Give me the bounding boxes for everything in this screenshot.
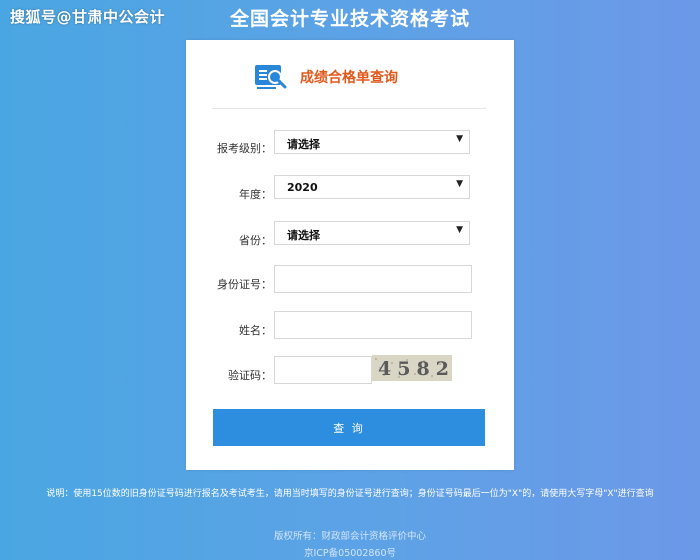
level-select-value: 请选择 xyxy=(287,138,320,151)
captcha-text: 4582 xyxy=(378,358,452,380)
caret-down-icon: ▼ xyxy=(456,225,463,235)
card-title: 成绩合格单查询 xyxy=(300,70,398,86)
instruction-note: 说明：使用15位数的旧身份证号码进行报名及考试考生，请用当时填写的身份证号进行查… xyxy=(46,489,654,499)
year-label: 年度： xyxy=(239,188,272,201)
header-divider xyxy=(212,108,486,109)
captcha-input[interactable] xyxy=(274,356,372,384)
id-number-label: 身份证号： xyxy=(217,278,272,291)
card-header: 成绩合格单查询 xyxy=(186,60,514,94)
footer-icp: 京ICP备05002860号 xyxy=(303,548,397,559)
query-card: 成绩合格单查询 报考级别： 请选择 ▼ 年度： 2020 ▼ 省份： 请选择 ▼… xyxy=(186,40,514,470)
captcha-label: 验证码： xyxy=(228,369,272,382)
id-number-input[interactable] xyxy=(274,265,472,293)
name-input[interactable] xyxy=(274,311,472,339)
province-select-value: 请选择 xyxy=(287,229,320,242)
page-title: 全国会计专业技术资格考试 xyxy=(229,8,470,30)
score-search-icon xyxy=(255,65,287,89)
name-label: 姓名： xyxy=(239,324,272,337)
level-select[interactable]: 请选择 ▼ xyxy=(274,130,470,154)
query-button[interactable]: 查 询 xyxy=(213,409,485,446)
province-select[interactable]: 请选择 ▼ xyxy=(274,221,470,245)
captcha-image[interactable]: 4582 xyxy=(372,355,452,381)
level-label: 报考级别： xyxy=(217,142,272,155)
year-select[interactable]: 2020 ▼ xyxy=(274,175,470,199)
province-label: 省份： xyxy=(239,234,272,247)
caret-down-icon: ▼ xyxy=(456,134,463,144)
footer-copyright: 版权所有：财政部会计资格评价中心 xyxy=(273,531,426,542)
caret-down-icon: ▼ xyxy=(456,179,463,189)
year-select-value: 2020 xyxy=(287,181,318,194)
